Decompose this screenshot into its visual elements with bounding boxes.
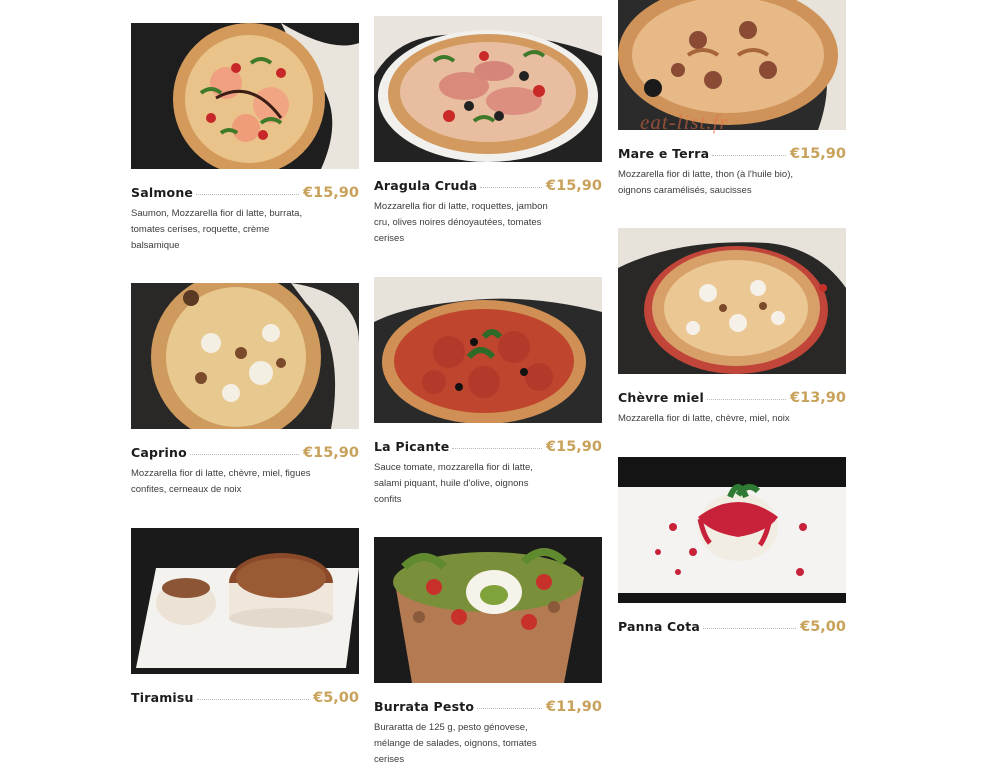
dish-name: Aragula Cruda: [374, 178, 478, 193]
dish-price: €15,90: [546, 439, 602, 455]
dish-price: €13,90: [790, 390, 846, 406]
dish-description: Mozzarella fior di latte, roquettes, jam…: [374, 201, 548, 244]
price-leader: [480, 187, 543, 188]
dessert-photo-panna-cota[interactable]: [618, 457, 846, 603]
price-leader: [189, 454, 300, 455]
dish-description: Sauce tomate, mozzarella fior di latte, …: [374, 462, 533, 505]
price-leader: [477, 708, 543, 709]
dish-name: La Picante: [374, 439, 450, 454]
pizza-photo-chevre-miel[interactable]: [618, 228, 846, 374]
dish-price: €15,90: [303, 185, 359, 201]
price-leader: [712, 155, 787, 156]
dish-price: €5,00: [800, 619, 846, 635]
price-leader: [452, 448, 543, 449]
dish-price: €15,90: [790, 146, 846, 162]
dish-description: Mozzarella fior di latte, thon (à l'huil…: [618, 169, 794, 196]
dish-description: Mozzarella fior di latte, chèvre, miel, …: [131, 468, 311, 495]
dish-description: Buraratta de 125 g, pesto génovese, méla…: [374, 722, 537, 765]
dish-name: Chèvre miel: [618, 390, 704, 405]
dessert-photo-tiramisu[interactable]: [131, 528, 359, 674]
dish-name: Salmone: [131, 185, 194, 200]
dish-name: Panna Cota: [618, 619, 701, 634]
salad-photo-burrata-pesto[interactable]: [374, 537, 602, 683]
dish-name: Burrata Pesto: [374, 699, 475, 714]
pizza-photo-la-picante[interactable]: [374, 277, 602, 423]
price-leader: [196, 699, 310, 700]
dish-name: Tiramisu: [131, 690, 194, 705]
dish-price: €11,90: [546, 699, 602, 715]
dish-price: €5,00: [313, 690, 359, 706]
pizza-photo-aragula-cruda[interactable]: [374, 16, 602, 162]
pizza-photo-salmone[interactable]: [131, 23, 359, 169]
dish-price: €15,90: [303, 445, 359, 461]
dish-name: Caprino: [131, 445, 187, 460]
price-leader: [196, 194, 300, 195]
pizza-photo-caprino[interactable]: [131, 283, 359, 429]
dish-name: Mare e Terra: [618, 146, 710, 161]
watermark-text: eat-list.fr: [640, 110, 729, 134]
dish-description: Mozzarella fior di latte, chèvre, miel, …: [618, 413, 790, 424]
dish-description: Saumon, Mozzarella fior di latte, burrat…: [131, 208, 303, 251]
price-leader: [706, 399, 787, 400]
price-leader: [703, 628, 797, 629]
dish-price: €15,90: [546, 178, 602, 194]
